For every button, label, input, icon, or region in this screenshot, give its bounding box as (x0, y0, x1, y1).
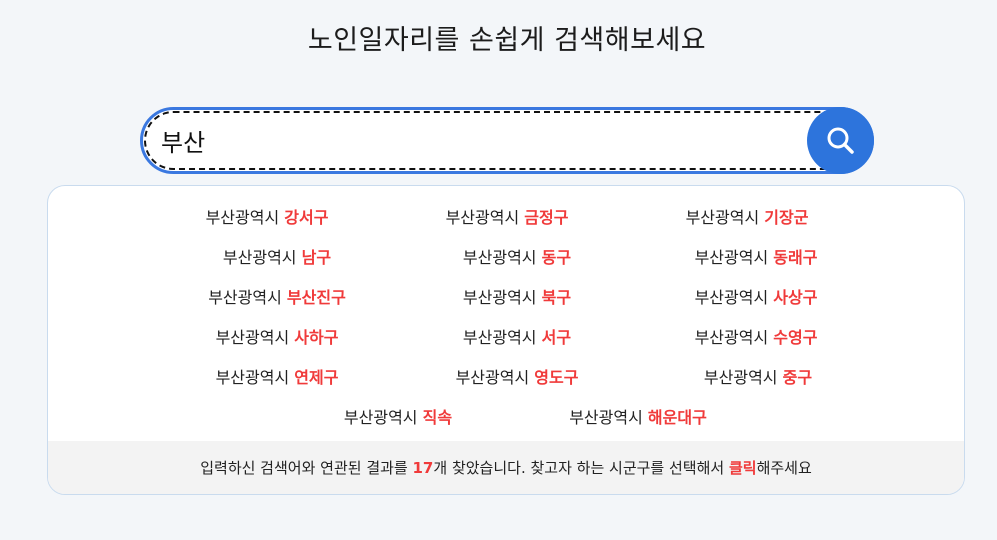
result-district: 남구 (301, 248, 332, 267)
result-city: 부산광역시 (445, 208, 520, 227)
result-city: 부산광역시 (208, 288, 282, 307)
result-city: 부산광역시 (215, 328, 290, 347)
result-item[interactable]: 부산광역시 동래구 (695, 244, 818, 268)
page-title: 노인일자리를 손쉽게 검색해보세요 (307, 25, 707, 56)
result-item[interactable]: 부산광역시 금정구 (446, 204, 569, 228)
result-summary: 입력하신 검색어와 연관된 결과를 17개 찾았습니다. 찾고자 하는 시군구를… (48, 441, 964, 494)
result-district: 기장군 (764, 208, 809, 227)
results-panel: 부산광역시 강서구 부산광역시 금정구 부산광역시 기장군 부산광역시 남구 부… (47, 185, 965, 495)
result-item[interactable]: 부산광역시 강서구 (206, 204, 329, 228)
result-city: 부산광역시 (462, 288, 537, 307)
result-item[interactable]: 부산광역시 남구 (223, 244, 331, 268)
search-box[interactable] (140, 107, 874, 174)
result-district: 동래구 (773, 248, 818, 267)
result-item[interactable]: 부산광역시 사상구 (695, 284, 818, 308)
result-item[interactable]: 부산광역시 북구 (463, 284, 571, 308)
result-item[interactable]: 부산광역시 직속 (344, 404, 452, 428)
search-bar (140, 107, 874, 174)
search-icon (827, 127, 854, 154)
result-district: 부산진구 (286, 288, 346, 307)
result-item[interactable]: 부산광역시 중구 (704, 364, 812, 388)
result-city: 부산광역시 (205, 208, 280, 227)
result-district: 서구 (541, 328, 572, 347)
result-district: 직속 (422, 408, 453, 427)
search-input[interactable] (161, 110, 781, 171)
result-city: 부산광역시 (462, 248, 537, 267)
result-city: 부산광역시 (462, 328, 537, 347)
result-district: 연제구 (294, 368, 339, 387)
result-city: 부산광역시 (215, 368, 290, 387)
result-item[interactable]: 부산광역시 수영구 (695, 324, 818, 348)
result-district: 해운대구 (647, 408, 707, 427)
result-district: 영도구 (534, 368, 579, 387)
result-item[interactable]: 부산광역시 해운대구 (569, 404, 707, 428)
result-item[interactable]: 부산광역시 부산진구 (208, 284, 346, 308)
result-city: 부산광역시 (455, 368, 530, 387)
result-district: 금정구 (524, 208, 569, 227)
result-city: 부산광역시 (343, 408, 418, 427)
result-district: 북구 (541, 288, 572, 307)
search-button[interactable] (807, 107, 874, 174)
result-district: 강서구 (284, 208, 329, 227)
result-item[interactable]: 부산광역시 서구 (463, 324, 571, 348)
result-city: 부산광역시 (685, 208, 760, 227)
result-item[interactable]: 부산광역시 연제구 (216, 364, 339, 388)
summary-prefix: 입력하신 검색어와 연관된 결과를 (200, 459, 413, 477)
result-city: 부산광역시 (694, 248, 769, 267)
result-city: 부산광역시 (694, 288, 769, 307)
result-city: 부산광역시 (694, 328, 769, 347)
result-count: 17 (412, 459, 434, 477)
result-item[interactable]: 부산광역시 기장군 (686, 204, 809, 228)
result-district: 중구 (782, 368, 813, 387)
result-district: 동구 (541, 248, 572, 267)
result-district: 수영구 (773, 328, 818, 347)
result-city: 부산광역시 (222, 248, 297, 267)
result-city: 부산광역시 (703, 368, 778, 387)
result-city: 부산광역시 (569, 408, 643, 427)
summary-suffix: 해주세요 (756, 459, 812, 477)
result-item[interactable]: 부산광역시 사하구 (216, 324, 339, 348)
result-item[interactable]: 부산광역시 영도구 (456, 364, 579, 388)
result-item[interactable]: 부산광역시 동구 (463, 244, 571, 268)
result-district: 사상구 (773, 288, 818, 307)
summary-highlight: 클릭 (728, 459, 757, 477)
summary-middle: 개 찾았습니다. 찾고자 하는 시군구를 선택해서 (433, 459, 729, 477)
result-district: 사하구 (294, 328, 339, 347)
